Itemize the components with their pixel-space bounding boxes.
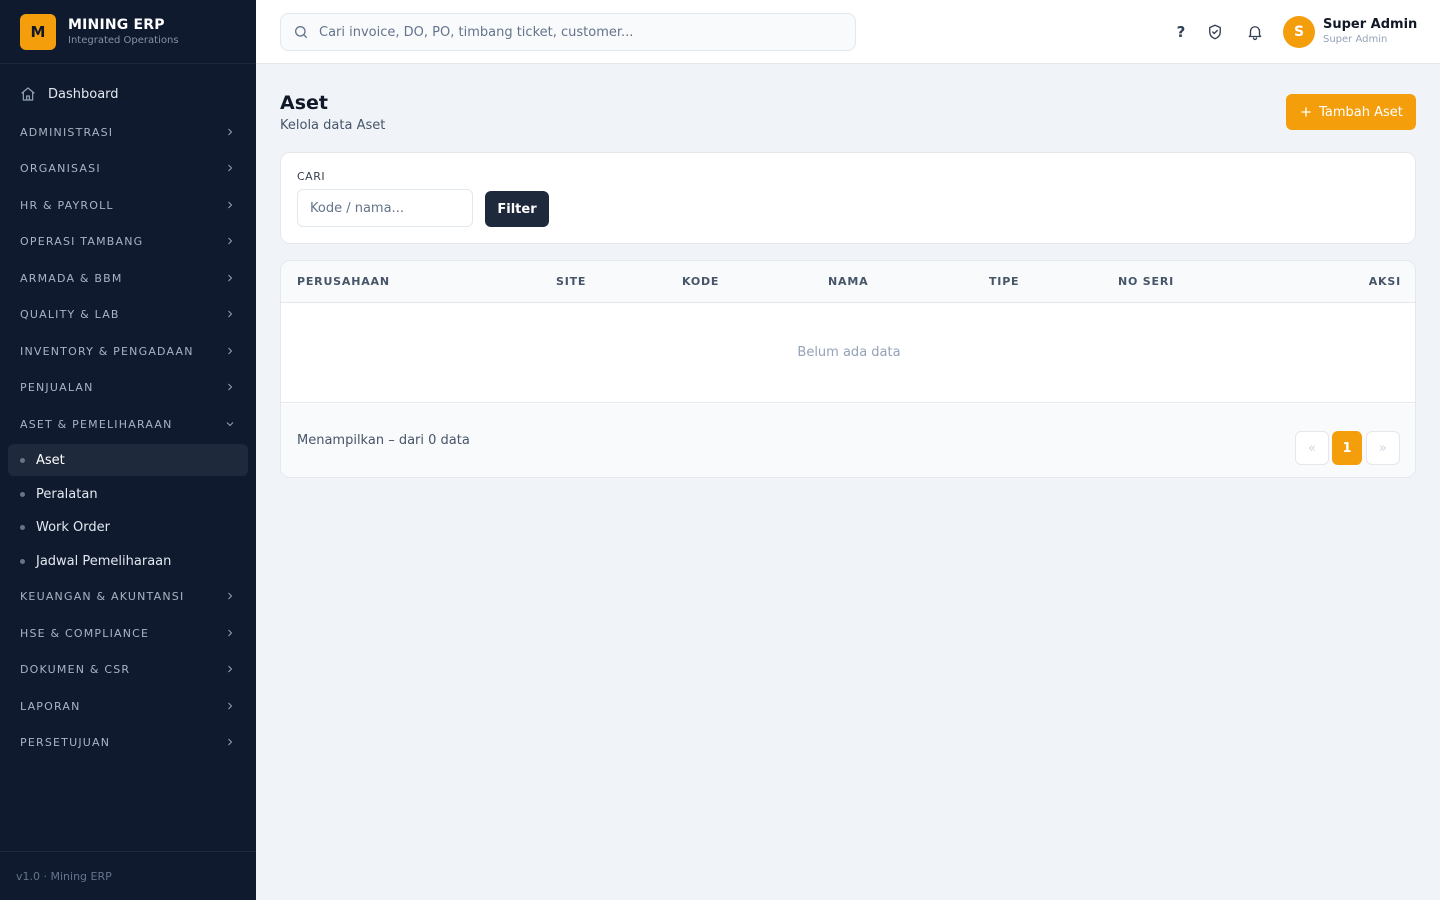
section-label: ARMADA & BBM [20, 271, 123, 285]
sidebar-item-jadwal-pemeliharaan[interactable]: Jadwal Pemeliharaan [8, 545, 248, 577]
page-title: Aset [280, 92, 328, 114]
chevron-right-icon [228, 383, 233, 391]
global-search[interactable] [280, 13, 856, 51]
sidebar-section-hse-compliance[interactable]: HSE & COMPLIANCE [20, 623, 236, 643]
help-icon[interactable]: ? [1171, 22, 1191, 42]
column-header-nama: NAMA [828, 275, 869, 288]
chevron-right-icon [228, 310, 233, 318]
chevron-right-icon [228, 237, 233, 245]
pagination-summary: Menampilkan – dari 0 data [297, 433, 470, 448]
chevron-right-icon [228, 592, 233, 600]
sidebar-section-quality-lab[interactable]: QUALITY & LAB [20, 304, 236, 324]
shield-check-icon[interactable] [1205, 22, 1225, 42]
sidebar-section-aset-pemeliharaan[interactable]: ASET & PEMELIHARAAN [20, 414, 236, 434]
pagination-page-button[interactable]: 1 [1332, 431, 1362, 465]
section-label: ORGANISASI [20, 161, 101, 175]
sidebar-section-laporan[interactable]: LAPORAN [20, 696, 236, 716]
sidebar-section-armada-bbm[interactable]: ARMADA & BBM [20, 268, 236, 288]
sidebar-item-label: Peralatan [36, 486, 98, 502]
chevron-right-icon [228, 128, 233, 136]
app-version: v1.0 · Mining ERP [0, 851, 256, 900]
chevron-right-icon [228, 201, 233, 209]
pagination-next-button[interactable]: » [1366, 431, 1400, 465]
avatar[interactable]: S [1283, 16, 1315, 48]
table-header: PERUSAHAAN SITE KODE NAMA TIPE NO SERI A… [281, 261, 1415, 303]
chevron-right-icon [228, 629, 233, 637]
sidebar-section-operasi-tambang[interactable]: OPERASI TAMBANG [20, 231, 236, 251]
global-search-input[interactable] [319, 24, 839, 40]
sidebar-section-persetujuan[interactable]: PERSETUJUAN [20, 732, 236, 752]
section-label: HR & PAYROLL [20, 198, 114, 212]
section-label: QUALITY & LAB [20, 307, 120, 321]
sidebar-item-dashboard[interactable]: Dashboard [8, 82, 248, 106]
chevron-right-icon [228, 274, 233, 282]
add-asset-button[interactable]: Tambah Aset [1286, 94, 1416, 130]
section-label: OPERASI TAMBANG [20, 234, 144, 248]
filter-card: CARI Filter [280, 152, 1416, 244]
section-label: ADMINISTRASI [20, 125, 114, 139]
chevron-down-icon [226, 422, 234, 427]
chevron-right-icon [228, 347, 233, 355]
user-name[interactable]: Super Admin [1323, 17, 1417, 32]
sidebar-item-work-order[interactable]: Work Order [8, 511, 248, 543]
sidebar-section-dokumen-csr[interactable]: DOKUMEN & CSR [20, 659, 236, 679]
empty-state: Belum ada data [281, 303, 1415, 403]
bullet-icon [20, 491, 25, 497]
section-label: PERSETUJUAN [20, 735, 111, 749]
section-label: DOKUMEN & CSR [20, 662, 131, 676]
search-icon [295, 26, 307, 38]
user-role: Super Admin [1323, 34, 1388, 45]
filter-search-input[interactable] [297, 189, 473, 227]
filter-label: CARI [297, 170, 326, 183]
sidebar-section-penjualan[interactable]: PENJUALAN [20, 377, 236, 397]
sidebar-section-organisasi[interactable]: ORGANISASI [20, 158, 236, 178]
sidebar-item-label: Aset [36, 452, 65, 468]
home-icon [21, 87, 35, 101]
column-header-site: SITE [556, 275, 587, 288]
column-header-perusahaan: PERUSAHAAN [297, 275, 390, 288]
section-label: LAPORAN [20, 699, 81, 713]
asset-table: PERUSAHAAN SITE KODE NAMA TIPE NO SERI A… [280, 260, 1416, 478]
column-header-aksi: AKSI [1368, 275, 1401, 288]
filter-button[interactable]: Filter [485, 191, 549, 227]
sidebar-item-label: Work Order [36, 519, 110, 535]
plus-icon [1301, 107, 1311, 117]
brand-logo: M [20, 13, 56, 50]
column-header-kode: KODE [682, 275, 720, 288]
section-label: INVENTORY & PENGADAAN [20, 344, 194, 358]
pagination-prev-button[interactable]: « [1295, 431, 1329, 465]
sidebar-section-hr-payroll[interactable]: HR & PAYROLL [20, 195, 236, 215]
sidebar-section-inventory-pengadaan[interactable]: INVENTORY & PENGADAAN [20, 341, 236, 361]
sidebar: M MINING ERP Integrated Operations Dashb… [0, 0, 256, 900]
bullet-icon [20, 457, 25, 463]
sidebar-section-keuangan-akuntansi[interactable]: KEUANGAN & AKUNTANSI [20, 586, 236, 606]
column-header-no-seri: NO SERI [1118, 275, 1174, 288]
chevron-right-icon [228, 665, 233, 673]
brand-title: MINING ERP [68, 17, 165, 33]
sidebar-item-label: Dashboard [48, 86, 119, 102]
chevron-right-icon [228, 702, 233, 710]
bell-icon[interactable] [1245, 22, 1265, 42]
table-footer: Menampilkan – dari 0 data « 1 » [281, 404, 1415, 477]
page-subtitle: Kelola data Aset [280, 118, 386, 133]
section-label: HSE & COMPLIANCE [20, 626, 150, 640]
section-label: KEUANGAN & AKUNTANSI [20, 589, 185, 603]
chevron-right-icon [228, 164, 233, 172]
sidebar-item-peralatan[interactable]: Peralatan [8, 478, 248, 510]
sidebar-section-administrasi[interactable]: ADMINISTRASI [20, 122, 236, 142]
column-header-tipe: TIPE [989, 275, 1020, 288]
add-asset-label: Tambah Aset [1319, 104, 1403, 120]
section-label: PENJUALAN [20, 380, 94, 394]
bullet-icon [20, 558, 25, 564]
bullet-icon [20, 524, 25, 530]
sidebar-item-aset[interactable]: Aset [8, 444, 248, 476]
topbar: ? S Super Admin Super Admin [256, 0, 1440, 64]
chevron-right-icon [228, 738, 233, 746]
section-label: ASET & PEMELIHARAAN [20, 417, 173, 431]
brand: M MINING ERP Integrated Operations [0, 0, 256, 64]
sidebar-item-label: Jadwal Pemeliharaan [36, 553, 172, 569]
brand-subtitle: Integrated Operations [68, 35, 179, 46]
